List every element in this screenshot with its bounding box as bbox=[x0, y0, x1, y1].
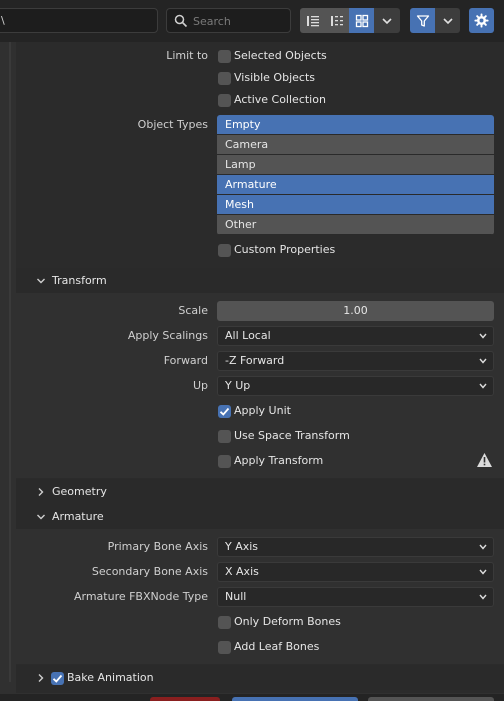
transform-section-header[interactable]: Transform bbox=[16, 268, 504, 293]
funnel-icon bbox=[416, 14, 429, 27]
filter-settings-dropdown[interactable] bbox=[435, 8, 460, 33]
transform-title: Transform bbox=[52, 274, 107, 287]
armature-node-type-label: Armature FBXNode Type bbox=[73, 590, 208, 603]
limit-to-label: Limit to bbox=[166, 49, 208, 62]
cancel-button[interactable] bbox=[368, 697, 494, 701]
custom-properties-checkbox[interactable] bbox=[218, 244, 231, 257]
object-types-list: Empty Camera Lamp Armature Mesh Other bbox=[217, 115, 494, 235]
thumbnail-view-button[interactable] bbox=[349, 8, 374, 33]
chevron-down-icon bbox=[479, 544, 487, 550]
path-field-text: \ bbox=[1, 14, 5, 27]
active-collection-checkbox[interactable] bbox=[218, 94, 231, 107]
primary-bone-axis-value: Y Axis bbox=[225, 540, 259, 553]
settings-button[interactable] bbox=[469, 8, 494, 33]
object-type-mesh[interactable]: Mesh bbox=[217, 195, 494, 215]
scale-field[interactable]: 1.00 bbox=[217, 301, 494, 321]
chevron-down-icon bbox=[479, 358, 487, 364]
secondary-bone-axis-value: X Axis bbox=[225, 565, 259, 578]
chevron-down-icon bbox=[479, 383, 487, 389]
chevron-down-icon bbox=[479, 333, 487, 339]
geometry-title: Geometry bbox=[52, 485, 107, 498]
forward-value: -Z Forward bbox=[225, 354, 285, 367]
armature-node-type-value: Null bbox=[225, 590, 247, 603]
selected-objects-checkbox[interactable] bbox=[218, 50, 231, 63]
horizontal-list-view-button[interactable] bbox=[325, 8, 349, 33]
object-type-other[interactable]: Other bbox=[217, 215, 494, 235]
warning-icon bbox=[477, 453, 492, 467]
primary-bone-axis-dropdown[interactable]: Y Axis bbox=[217, 537, 494, 557]
columns-view-icon bbox=[331, 15, 343, 26]
apply-unit-label: Apply Unit bbox=[234, 404, 291, 417]
chevron-down-icon bbox=[37, 278, 45, 284]
object-type-armature[interactable]: Armature bbox=[217, 175, 494, 195]
search-placeholder: Search bbox=[193, 15, 231, 28]
add-leaf-bones-checkbox[interactable] bbox=[218, 641, 231, 654]
secondary-bone-axis-label: Secondary Bone Axis bbox=[91, 565, 208, 578]
grid-view-icon bbox=[355, 14, 368, 27]
export-button[interactable] bbox=[232, 697, 358, 701]
filter-toggle-button[interactable] bbox=[410, 8, 435, 33]
up-dropdown[interactable]: Y Up bbox=[217, 376, 494, 396]
checkmark-icon bbox=[52, 674, 63, 683]
search-input[interactable]: Search bbox=[166, 8, 291, 33]
chevron-down-icon bbox=[442, 17, 453, 24]
apply-scalings-dropdown[interactable]: All Local bbox=[217, 326, 494, 346]
secondary-bone-axis-dropdown[interactable]: X Axis bbox=[217, 562, 494, 582]
add-leaf-bones-label: Add Leaf Bones bbox=[234, 640, 320, 653]
chevron-down-icon bbox=[37, 514, 45, 520]
forward-label: Forward bbox=[163, 354, 208, 367]
selected-objects-label: Selected Objects bbox=[234, 49, 327, 62]
object-type-camera[interactable]: Camera bbox=[217, 135, 494, 155]
object-types-label: Object Types bbox=[137, 118, 208, 131]
apply-transform-checkbox[interactable] bbox=[218, 455, 231, 468]
custom-properties-label: Custom Properties bbox=[234, 243, 336, 256]
armature-section-header[interactable]: Armature bbox=[16, 504, 504, 529]
chevron-down-icon bbox=[382, 17, 392, 24]
path-field[interactable]: \ bbox=[0, 8, 158, 33]
use-space-transform-label: Use Space Transform bbox=[234, 429, 350, 442]
chevron-right-icon bbox=[38, 674, 44, 682]
up-label: Up bbox=[192, 379, 208, 392]
only-deform-bones-label: Only Deform Bones bbox=[234, 615, 341, 628]
apply-scalings-label: Apply Scalings bbox=[127, 329, 208, 342]
object-type-empty[interactable]: Empty bbox=[217, 115, 494, 135]
visible-objects-label: Visible Objects bbox=[234, 71, 315, 84]
checkmark-icon bbox=[219, 407, 230, 416]
chevron-right-icon bbox=[38, 488, 44, 496]
active-collection-label: Active Collection bbox=[234, 93, 326, 106]
chevron-down-icon bbox=[479, 594, 487, 600]
primary-bone-axis-label: Primary Bone Axis bbox=[107, 540, 208, 553]
vertical-list-view-button[interactable] bbox=[300, 8, 325, 33]
only-deform-bones-checkbox[interactable] bbox=[218, 616, 231, 629]
use-space-transform-checkbox[interactable] bbox=[218, 430, 231, 443]
visible-objects-checkbox[interactable] bbox=[218, 72, 231, 85]
bake-animation-label: Bake Animation bbox=[67, 671, 154, 684]
search-icon bbox=[174, 14, 188, 28]
scale-label: Scale bbox=[178, 304, 208, 317]
apply-unit-checkbox[interactable] bbox=[218, 405, 231, 418]
bake-animation-checkbox[interactable] bbox=[51, 672, 64, 685]
geometry-section-header[interactable]: Geometry bbox=[16, 479, 504, 504]
up-value: Y Up bbox=[225, 379, 251, 392]
armature-title: Armature bbox=[52, 510, 104, 523]
apply-transform-label: Apply Transform bbox=[234, 454, 324, 467]
file-browser-toolbar: \ Search bbox=[0, 0, 504, 42]
chevron-down-icon bbox=[479, 569, 487, 575]
object-type-lamp[interactable]: Lamp bbox=[217, 155, 494, 175]
list-view-icon bbox=[306, 15, 319, 26]
apply-scalings-value: All Local bbox=[225, 329, 271, 342]
forward-dropdown[interactable]: -Z Forward bbox=[217, 351, 494, 371]
display-settings-dropdown[interactable] bbox=[374, 8, 400, 33]
gear-icon bbox=[474, 13, 489, 28]
armature-node-type-dropdown[interactable]: Null bbox=[217, 587, 494, 607]
bottom-button-red[interactable] bbox=[150, 697, 220, 701]
